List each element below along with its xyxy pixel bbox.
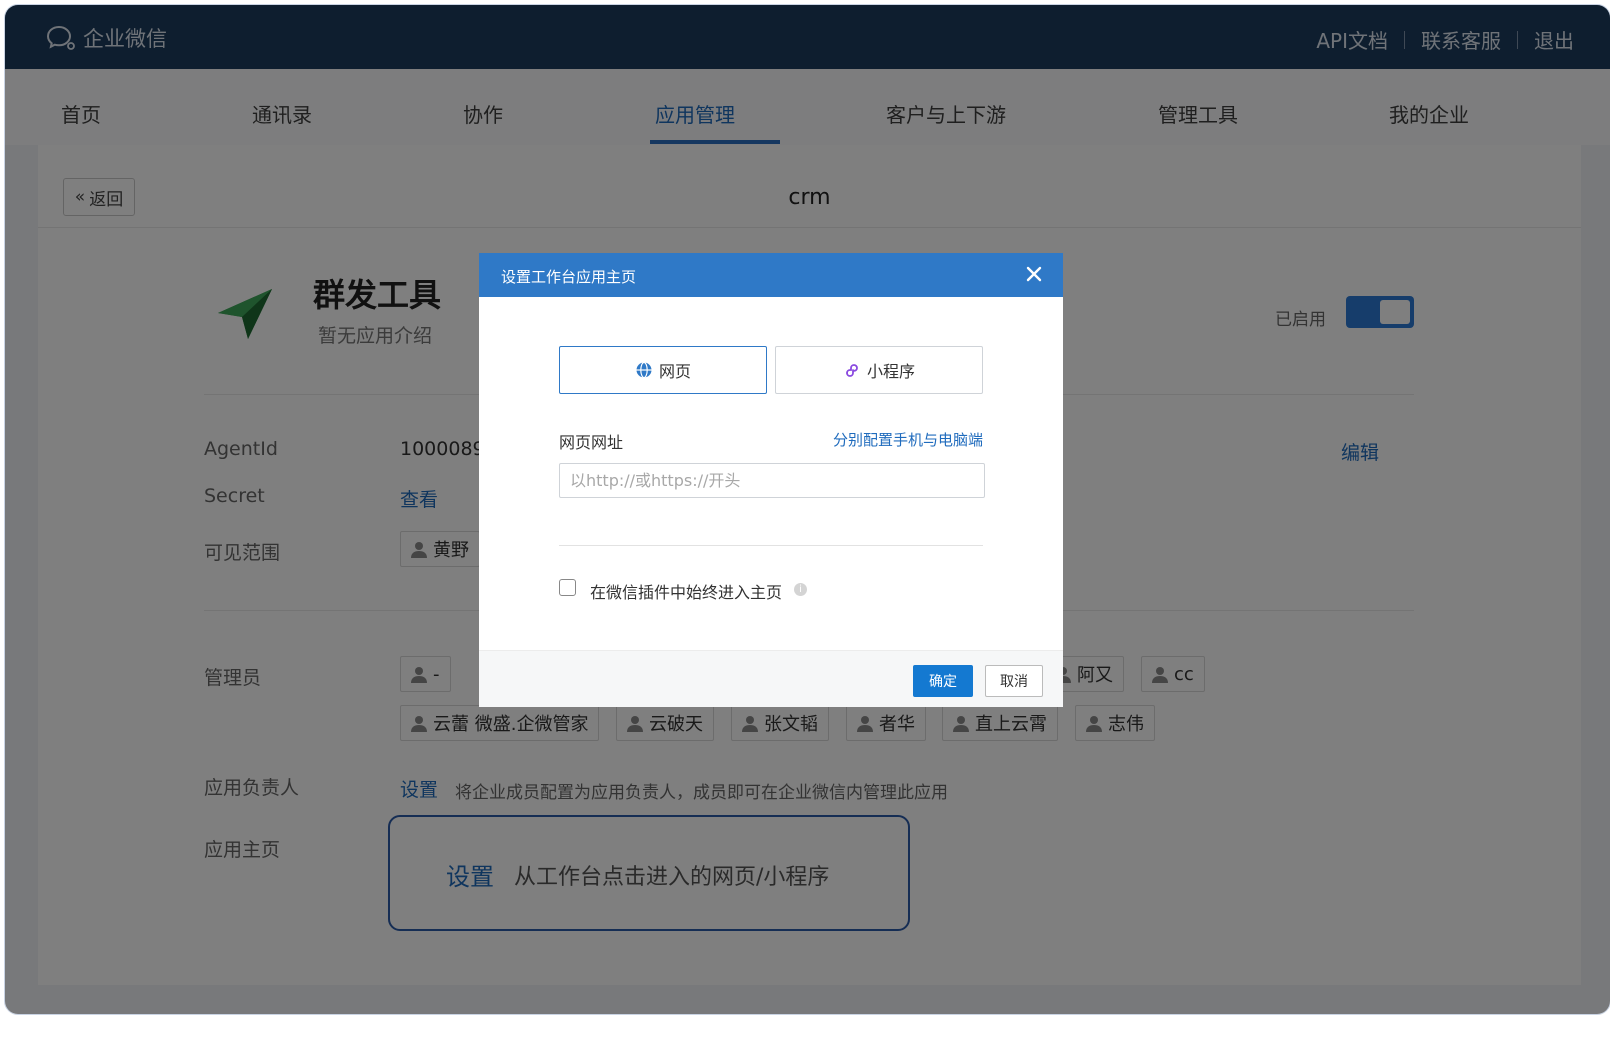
confirm-button[interactable]: 确定	[913, 665, 973, 697]
globe-icon	[636, 361, 652, 379]
always-enter-home-label: 在微信插件中始终进入主页	[590, 583, 783, 602]
tab-miniprogram-label: 小程序	[866, 362, 915, 381]
app-window: 企业微信 API文档 联系客服 退出 首页 通讯录 协作 应用管理 客户与上下游…	[4, 4, 1610, 1015]
miniprogram-icon	[846, 364, 858, 377]
modal-title: 设置工作台应用主页	[501, 268, 637, 286]
always-enter-home-checkbox[interactable]	[559, 579, 576, 596]
cancel-button[interactable]: 取消	[985, 665, 1043, 697]
url-input[interactable]	[559, 463, 985, 498]
split-config-link[interactable]: 分别配置手机与电脑端	[833, 429, 983, 450]
tab-web[interactable]: 网页	[559, 346, 767, 394]
modal-footer: 确定 取消	[479, 650, 1063, 707]
info-icon[interactable]: i	[794, 583, 807, 596]
tab-web-label: 网页	[658, 362, 691, 381]
modal-header: 设置工作台应用主页	[479, 253, 1063, 297]
modal-divider	[559, 545, 983, 546]
close-icon[interactable]	[1023, 263, 1045, 285]
set-home-modal: 设置工作台应用主页 网页 小程序 网页网址 分别配置手机与电脑端 在微信	[479, 253, 1063, 707]
url-label: 网页网址	[559, 433, 624, 452]
tab-miniprogram[interactable]: 小程序	[775, 346, 983, 394]
